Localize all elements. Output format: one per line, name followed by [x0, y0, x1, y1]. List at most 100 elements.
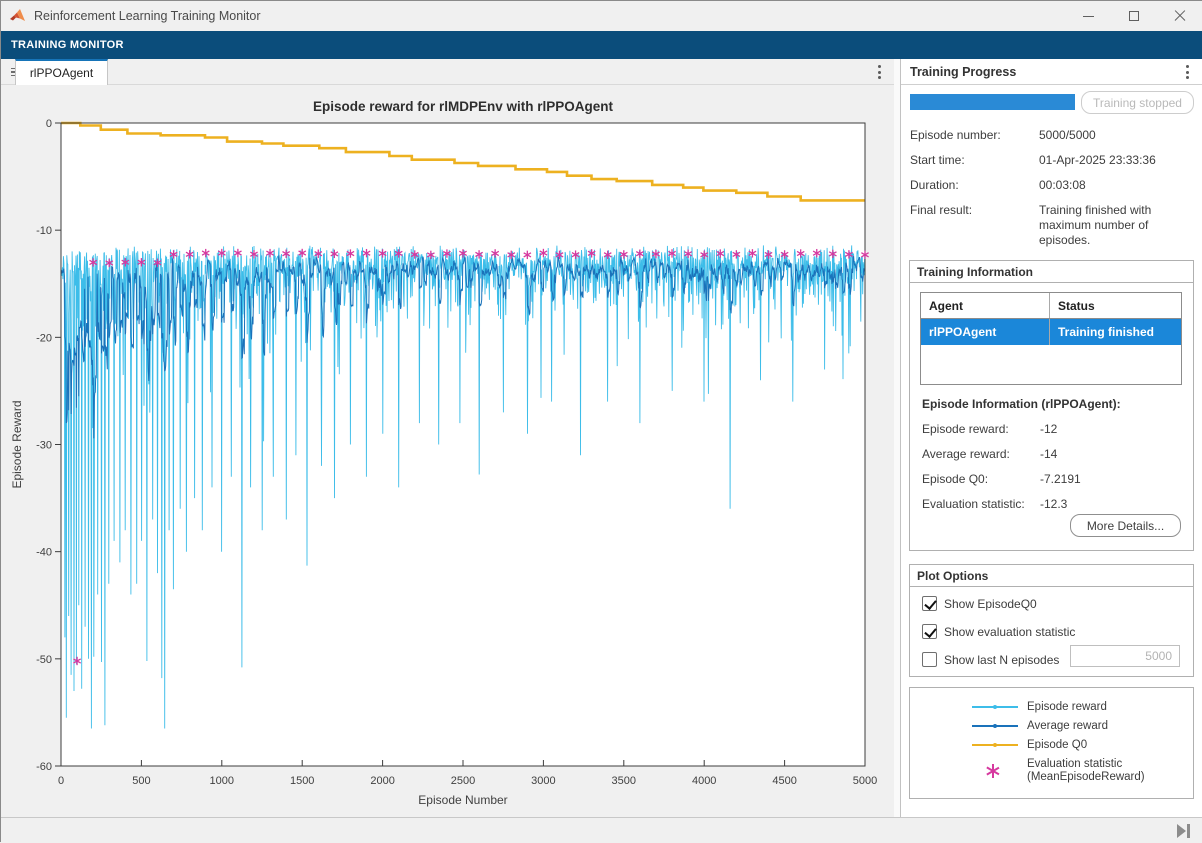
start-time-value: 01-Apr-2025 23:33:36 — [1039, 153, 1196, 168]
duration-row: Duration: 00:03:08 — [910, 178, 1196, 193]
svg-text:-60: -60 — [36, 761, 52, 773]
svg-text:0: 0 — [58, 775, 64, 787]
svg-text:1500: 1500 — [290, 775, 314, 787]
episode-q0-line-sample — [972, 737, 1018, 753]
episode-number-label: Episode number: — [910, 128, 1039, 143]
toolstrip: TRAINING MONITOR — [1, 31, 1202, 59]
episode-reward-line-sample — [972, 699, 1018, 715]
show-episodeq0-checkbox[interactable] — [922, 596, 937, 611]
training-figure-area: 0500100015002000250030003500400045005000… — [1, 85, 894, 817]
status-column-header[interactable]: Status — [1050, 293, 1181, 318]
svg-text:-10: -10 — [36, 225, 52, 237]
legend-item-episode-q0: Episode Q0 — [910, 735, 1193, 754]
legend-evaluation-statistic-label: Evaluation statistic (MeanEpisodeReward) — [1027, 758, 1145, 784]
training-progress-panel: Training Progress Training stopped Episo… — [901, 59, 1202, 817]
episode-number-value: 5000/5000 — [1039, 128, 1196, 143]
training-progress-bar — [910, 94, 1075, 110]
svg-text:Episode Reward: Episode Reward — [10, 400, 24, 488]
episode-q0-label: Episode Q0: — [922, 472, 1040, 486]
svg-text:0: 0 — [46, 118, 52, 130]
table-header-row: Agent Status — [921, 293, 1181, 319]
svg-text:3000: 3000 — [531, 775, 555, 787]
status-cell: Training finished — [1050, 319, 1181, 345]
final-result-row: Final result: Training finished with max… — [910, 203, 1196, 248]
maximize-button[interactable] — [1111, 1, 1157, 31]
window-controls — [1065, 1, 1202, 31]
svg-text:5000: 5000 — [853, 775, 877, 787]
rl-training-monitor-window: { "window": { "title": "Reinforcement Le… — [0, 0, 1202, 842]
training-information-title: Training Information — [910, 261, 1193, 283]
more-details-button[interactable]: More Details... — [1070, 514, 1181, 537]
svg-text:2500: 2500 — [451, 775, 475, 787]
skip-to-end-icon[interactable] — [1177, 823, 1195, 839]
last-n-episodes-input[interactable] — [1070, 645, 1180, 667]
training-information-section: Training Information Agent Status rlPPOA… — [909, 260, 1194, 551]
final-result-label: Final result: — [910, 203, 1039, 248]
legend-episode-q0-label: Episode Q0 — [1027, 739, 1087, 751]
title-bar: Reinforcement Learning Training Monitor — [1, 1, 1202, 31]
average-reward-line-sample — [972, 718, 1018, 734]
show-evaluation-statistic-checkbox[interactable] — [922, 624, 937, 639]
final-result-value: Training finished with maximum number of… — [1039, 203, 1196, 248]
svg-text:500: 500 — [132, 775, 150, 787]
start-time-row: Start time: 01-Apr-2025 23:33:36 — [910, 153, 1196, 168]
toolstrip-tab-training-monitor[interactable]: TRAINING MONITOR — [11, 39, 124, 51]
svg-text:2000: 2000 — [370, 775, 394, 787]
agent-column-header[interactable]: Agent — [921, 293, 1050, 318]
duration-label: Duration: — [910, 178, 1039, 193]
episode-reward-row: Episode reward: -12 — [922, 422, 1182, 436]
window-title: Reinforcement Learning Training Monitor — [34, 9, 261, 23]
agent-cell: rlPPOAgent — [921, 319, 1050, 345]
close-button[interactable] — [1157, 1, 1202, 31]
show-last-n-episodes-option: Show last N episodes — [922, 652, 1059, 667]
average-reward-label: Average reward: — [922, 447, 1040, 461]
plot-options-title: Plot Options — [910, 565, 1193, 587]
tab-rlppoagent[interactable]: rlPPOAgent — [15, 59, 108, 85]
show-episodeq0-label: Show EpisodeQ0 — [944, 597, 1037, 611]
duration-value: 00:03:08 — [1039, 178, 1196, 193]
training-progress-kebab-icon[interactable] — [1180, 63, 1194, 81]
evaluation-statistic-row: Evaluation statistic: -12.3 — [922, 497, 1182, 511]
show-evaluation-statistic-label: Show evaluation statistic — [944, 625, 1075, 639]
legend-item-episode-reward: Episode reward — [910, 697, 1193, 716]
svg-text:Episode reward for rlMDPEnv wi: Episode reward for rlMDPEnv with rlPPOAg… — [313, 99, 614, 114]
training-progress-title: Training Progress — [910, 65, 1016, 79]
average-reward-value: -14 — [1040, 447, 1057, 461]
training-stopped-button[interactable]: Training stopped — [1081, 91, 1194, 114]
table-row[interactable]: rlPPOAgent Training finished — [921, 319, 1181, 345]
show-evaluation-statistic-option: Show evaluation statistic — [922, 624, 1075, 639]
episode-number-row: Episode number: 5000/5000 — [910, 128, 1196, 143]
minimize-icon — [1083, 16, 1094, 17]
svg-text:-20: -20 — [36, 332, 52, 344]
episode-reward-chart[interactable]: 0500100015002000250030003500400045005000… — [7, 89, 891, 815]
agent-status-table: Agent Status rlPPOAgent Training finishe… — [920, 292, 1182, 385]
svg-text:4000: 4000 — [692, 775, 716, 787]
minimize-button[interactable] — [1065, 1, 1111, 31]
average-reward-row: Average reward: -14 — [922, 447, 1182, 461]
episode-reward-value: -12 — [1040, 422, 1057, 436]
legend-item-evaluation-statistic: Evaluation statistic (MeanEpisodeReward) — [910, 754, 1193, 788]
progress-fill — [910, 94, 1075, 110]
close-icon — [1174, 10, 1186, 22]
tab-label: rlPPOAgent — [30, 66, 93, 80]
episode-q0-row: Episode Q0: -7.2191 — [922, 472, 1182, 486]
svg-text:Episode Number: Episode Number — [418, 793, 507, 807]
svg-text:-50: -50 — [36, 654, 52, 666]
evaluation-statistic-label: Evaluation statistic: — [922, 497, 1040, 511]
training-progress-header: Training Progress — [901, 59, 1202, 85]
episode-information-title: Episode Information (rlPPOAgent): — [922, 397, 1121, 411]
start-time-label: Start time: — [910, 153, 1039, 168]
episode-q0-value: -7.2191 — [1040, 472, 1081, 486]
bottom-status-bar — [1, 817, 1202, 843]
tab-options-kebab-icon[interactable] — [872, 63, 886, 81]
svg-text:1000: 1000 — [210, 775, 234, 787]
show-last-n-episodes-checkbox[interactable] — [922, 652, 937, 667]
more-details-label: More Details... — [1087, 519, 1164, 533]
legend-item-average-reward: Average reward — [910, 716, 1193, 735]
episode-reward-label: Episode reward: — [922, 422, 1040, 436]
plot-options-section: Plot Options Show EpisodeQ0 Show evaluat… — [909, 564, 1194, 677]
training-progress-body: Training stopped Episode number: 5000/50… — [901, 85, 1202, 817]
training-stopped-label: Training stopped — [1093, 96, 1182, 110]
svg-text:-30: -30 — [36, 440, 52, 452]
show-episodeq0-option: Show EpisodeQ0 — [922, 596, 1037, 611]
